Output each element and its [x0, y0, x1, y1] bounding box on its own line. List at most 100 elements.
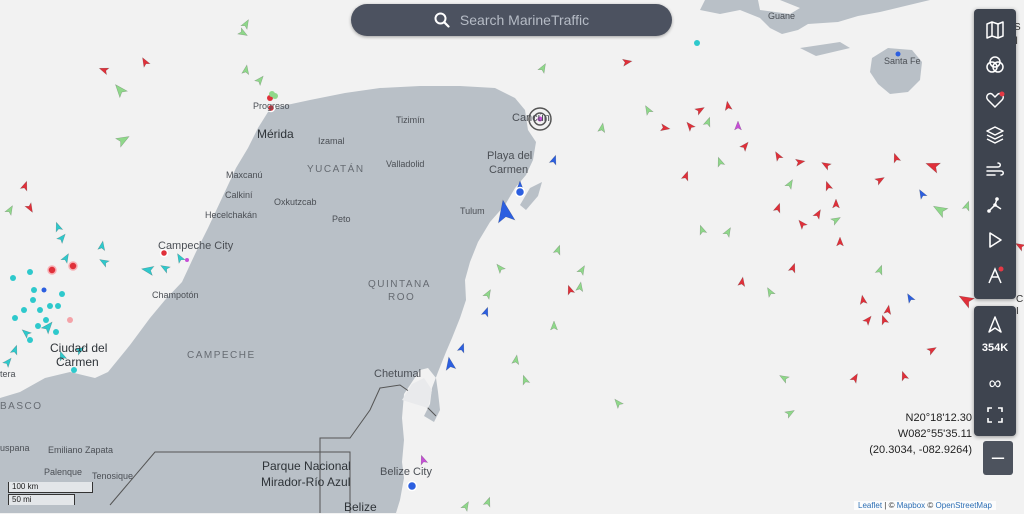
play-icon — [989, 232, 1002, 248]
mapbox-link[interactable]: Mapbox — [897, 501, 925, 510]
vessel-dot[interactable] — [30, 297, 36, 303]
place-label-guane: Guane — [768, 11, 796, 21]
vessel-dot[interactable] — [10, 275, 16, 281]
place-label-peto: Peto — [332, 214, 351, 224]
map-icon — [986, 21, 1004, 39]
vessel-dot[interactable] — [35, 323, 41, 329]
zoom-panel: 354K ∞ — [974, 306, 1016, 436]
place-label-campeche-city: Campeche City — [158, 240, 234, 252]
vessel-dot[interactable] — [12, 315, 18, 321]
vessel-dot[interactable] — [55, 303, 61, 309]
place-label-progreso: Progreso — [253, 101, 290, 111]
attribution-separator: | © — [882, 501, 897, 510]
place-label-mirador: Mirador-Río Azul — [261, 475, 351, 489]
place-label-izamal: Izamal — [318, 136, 345, 146]
vessel-dot[interactable] — [59, 291, 65, 297]
place-label-ciudad2: Carmen — [56, 355, 99, 369]
place-label-tizimin: Tizimín — [396, 115, 425, 125]
place-label-emiliano: Emiliano Zapata — [48, 445, 114, 455]
place-label-roo: ROO — [388, 292, 416, 303]
edge-label: I — [1016, 306, 1019, 317]
place-label-belize: Belize — [344, 500, 377, 514]
decimal-coords-text: (20.3034, -082.9264) — [869, 444, 972, 456]
search-placeholder: Search MarineTraffic — [459, 12, 590, 28]
place-label-tera: tera — [0, 369, 16, 379]
place-label-parque: Parque Nacional — [262, 459, 351, 473]
edge-label: C — [1016, 294, 1024, 305]
place-label-hecelchakan: Hecelchakán — [205, 210, 258, 220]
longitude-text: W082°55'35.11 — [897, 428, 972, 440]
navigation-arrow-icon — [988, 316, 1002, 333]
place-label-campeche-state: CAMPECHE — [187, 350, 256, 361]
search-icon — [434, 12, 450, 28]
place-label-maxcanu: Maxcanú — [226, 170, 263, 180]
measure-icon — [987, 197, 1002, 213]
attribution-separator: © — [925, 501, 936, 510]
vessel-dot[interactable] — [21, 307, 27, 313]
place-label-santa-fe: Santa Fe — [884, 56, 921, 66]
place-label-basco: BASCO — [0, 401, 43, 412]
stack-icon — [986, 126, 1004, 144]
place-label-merida: Mérida — [257, 127, 294, 141]
vessel-dot[interactable] — [514, 186, 526, 198]
circles-icon — [986, 56, 1004, 73]
layers-button[interactable] — [980, 120, 1010, 150]
place-label-yucatan: YUCATÁN — [307, 164, 365, 175]
vessel-dot[interactable] — [41, 287, 47, 293]
vessel-dot[interactable] — [406, 480, 418, 492]
wind-icon — [986, 162, 1004, 176]
place-label-calkini: Calkiní — [225, 190, 253, 200]
map-layers-button[interactable] — [980, 15, 1010, 45]
place-label-palenque: Palenque — [44, 467, 83, 477]
scale-bar: 100 km 50 mi — [8, 482, 93, 505]
filters-button[interactable] — [980, 50, 1010, 80]
place-label-quintana: QUINTANA — [368, 279, 431, 290]
vessel-dot[interactable] — [694, 40, 700, 46]
place-label-carmen: Carmen — [489, 164, 529, 176]
place-label-valladolid: Valladolid — [386, 159, 425, 169]
place-label-oxkutzcab: Oxkutzcab — [274, 197, 317, 207]
map-attribution: Leaflet | © Mapbox © OpenStreetMap — [854, 501, 996, 510]
locate-button[interactable] — [980, 310, 1010, 340]
routing-button[interactable] — [980, 260, 1010, 290]
weather-button[interactable] — [980, 155, 1010, 185]
place-label-cancun: Cancún — [512, 112, 550, 124]
search-bar[interactable]: Search MarineTraffic — [351, 4, 672, 36]
measure-button[interactable] — [980, 190, 1010, 220]
leaflet-link[interactable]: Leaflet — [858, 501, 882, 510]
scale-km: 100 km — [8, 482, 93, 493]
place-label-tenosique: Tenosique — [92, 471, 134, 481]
vessel-dot[interactable] — [31, 287, 37, 293]
heart-icon — [986, 91, 1005, 109]
vessel-dot[interactable] — [27, 269, 33, 275]
vessel-dot[interactable] — [37, 307, 43, 313]
place-label-champoton: Champotón — [152, 290, 199, 300]
place-label-belize-city: Belize City — [380, 466, 432, 478]
latitude-text: N20°18'12.30 — [905, 412, 972, 424]
place-label-uspana: uspana — [0, 443, 30, 453]
cursor-coordinates: N20°18'12.30 W082°55'35.11 (20.3034, -08… — [869, 410, 972, 458]
vessel-count: 354K — [981, 342, 1009, 354]
my-fleets-button[interactable] — [980, 85, 1010, 115]
openstreetmap-link[interactable]: OpenStreetMap — [936, 501, 992, 510]
vessel-dot[interactable] — [67, 317, 73, 323]
playback-button[interactable] — [980, 225, 1010, 255]
fullscreen-icon — [987, 407, 1003, 423]
vessel-dot[interactable] — [185, 258, 189, 262]
place-label-tulum: Tulum — [460, 206, 485, 216]
vessel-dot[interactable] — [47, 303, 53, 309]
vessel-dot[interactable] — [43, 317, 49, 323]
zoom-out-button[interactable]: – — [983, 441, 1013, 475]
vessel-dot[interactable] — [68, 261, 78, 271]
scale-mi: 50 mi — [8, 494, 75, 505]
fullscreen-button[interactable] — [980, 400, 1010, 430]
vessel-dot[interactable] — [53, 329, 59, 335]
route-icon — [988, 266, 1004, 284]
vessel-dot[interactable] — [269, 91, 275, 97]
place-label-chetumal: Chetumal — [374, 368, 422, 380]
vessel-dot[interactable] — [27, 337, 33, 343]
infinity-button[interactable]: ∞ — [980, 368, 1010, 398]
vessel-dot[interactable] — [47, 265, 57, 275]
map-toolbar — [974, 9, 1016, 299]
place-label-ciudad: Ciudad del — [50, 341, 108, 355]
